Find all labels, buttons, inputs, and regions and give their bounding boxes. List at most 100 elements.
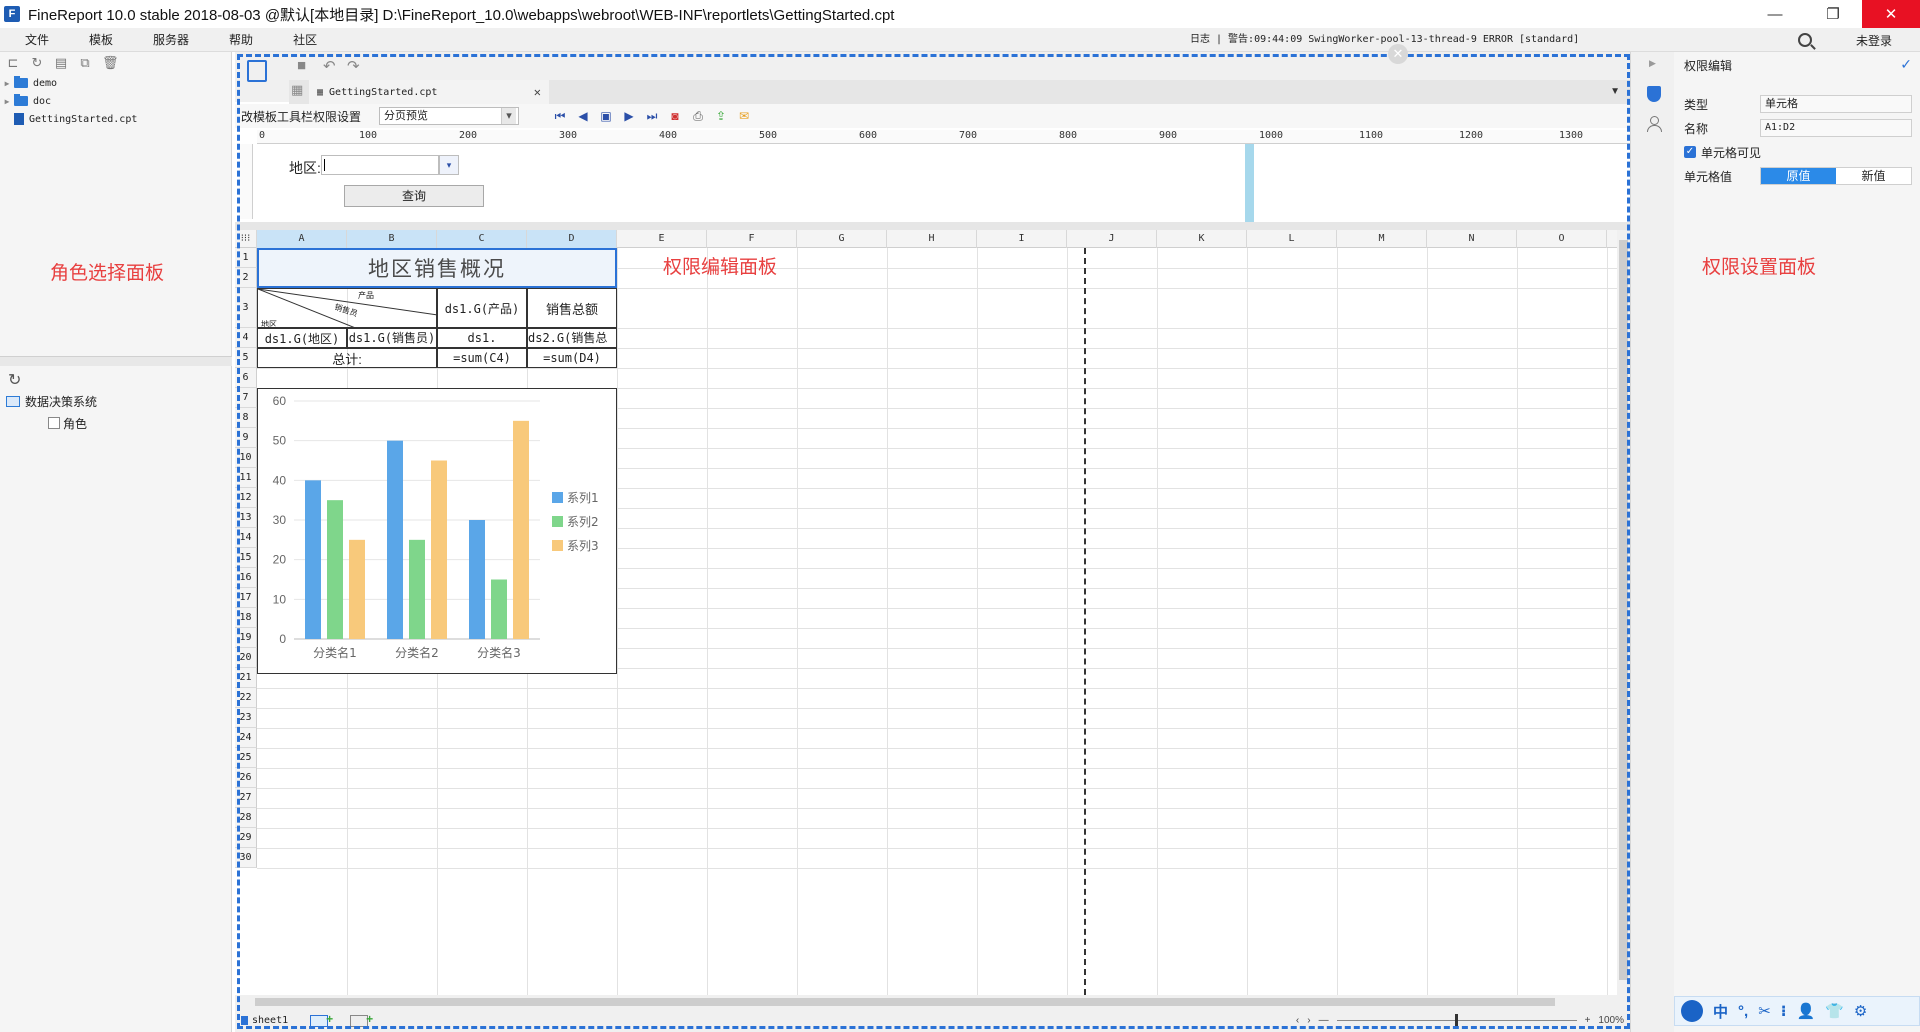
copy-icon[interactable]: ⧉ (78, 56, 92, 70)
row-header[interactable]: 17 (235, 588, 257, 608)
cell-grid[interactable]: 地区销售概况 产品 销售员 地区 ds1.G(产品) 销售总额 ds1.G(地区… (257, 248, 1617, 995)
row-header[interactable]: 23 (235, 708, 257, 728)
preview-mode-select[interactable]: 分页预览 (379, 107, 519, 125)
zoom-level[interactable]: 100% (1598, 1015, 1624, 1026)
row-header[interactable]: 25 (235, 748, 257, 768)
menu-template[interactable]: 模板 (64, 31, 128, 48)
menu-file[interactable]: 文件 (0, 31, 64, 48)
row-header[interactable]: 26 (235, 768, 257, 788)
cell-a5[interactable]: 总计: (257, 348, 437, 368)
ime-avatar-icon[interactable] (1681, 1000, 1703, 1022)
row-header[interactable]: 5 (235, 348, 257, 368)
save-icon[interactable]: ■ (297, 57, 306, 74)
column-header[interactable]: L (1247, 230, 1337, 248)
row-header[interactable]: 10 (235, 448, 257, 468)
row-header[interactable]: 7 (235, 388, 257, 408)
sheet-tab-sheet1[interactable]: sheet1 (241, 1015, 288, 1026)
ime-chinese-mode[interactable]: 中 (1713, 1001, 1728, 1022)
row-header[interactable]: 27 (235, 788, 257, 808)
cell-d4[interactable]: ds2.G(销售总额) (527, 328, 617, 348)
pane-separator[interactable] (235, 222, 1630, 230)
column-header[interactable]: K (1157, 230, 1247, 248)
refresh-icon[interactable]: ↻ (30, 56, 44, 70)
ime-grid-icon[interactable]: ⁝ (1781, 1002, 1787, 1020)
login-link[interactable]: 未登录 (1856, 32, 1892, 49)
vertical-scrollbar[interactable] (1617, 230, 1630, 995)
datasource-item[interactable]: 数据决策系统 (0, 390, 232, 412)
tree-item-demo[interactable]: ▶ demo (0, 74, 231, 92)
original-value-option[interactable]: 原值 (1761, 168, 1836, 184)
next-page-icon[interactable]: ▶ (622, 109, 636, 123)
permission-shield-icon[interactable] (1647, 86, 1661, 102)
row-header[interactable]: 19 (235, 628, 257, 648)
diagonal-header-cell[interactable]: 产品 销售员 地区 (257, 288, 437, 328)
row-header[interactable]: 11 (235, 468, 257, 488)
param-boundary-marker[interactable] (1245, 144, 1254, 222)
close-permission-mode-icon[interactable]: ✕ (1388, 44, 1408, 64)
cell-c4[interactable]: ds1. (437, 328, 527, 348)
cell-d3[interactable]: 销售总额 (527, 288, 617, 328)
column-header[interactable]: A (257, 230, 347, 248)
role-checkbox[interactable] (48, 417, 60, 429)
column-header[interactable]: B (347, 230, 437, 248)
column-header[interactable]: G (797, 230, 887, 248)
dropdown-icon[interactable]: ▾ (439, 155, 459, 175)
design-mode-icon[interactable] (247, 60, 267, 82)
redo-icon[interactable]: ↷ (347, 57, 360, 75)
open-folder-icon[interactable]: ⊏ (6, 56, 20, 70)
row-header[interactable]: 24 (235, 728, 257, 748)
restore-button[interactable]: ❐ (1804, 0, 1862, 28)
tab-gettingstarted[interactable]: ▦ GettingStarted.cpt ✕ (309, 80, 549, 104)
log-status[interactable]: 日志 | 警告:09:44:09 SwingWorker-pool-13-thr… (1190, 28, 1579, 52)
scroll-right-icon[interactable]: › (1307, 1015, 1310, 1026)
report-title-cell[interactable]: 地区销售概况 (257, 248, 617, 288)
new-value-option[interactable]: 新值 (1836, 168, 1911, 184)
query-button[interactable]: 查询 (344, 185, 484, 207)
check-icon[interactable]: ✓ (1900, 56, 1912, 73)
tree-item-doc[interactable]: ▶ doc (0, 92, 231, 110)
email-icon[interactable]: ✉ (737, 109, 751, 123)
menu-help[interactable]: 帮助 (204, 31, 268, 48)
add-dashboard-sheet-icon[interactable] (350, 1012, 373, 1027)
page-number-icon[interactable]: ▣ (599, 109, 613, 123)
row-header[interactable]: 1 (235, 248, 257, 268)
menu-community[interactable]: 社区 (268, 31, 332, 48)
expand-arrow-icon[interactable]: ▶ (0, 97, 14, 106)
cell-visible-row[interactable]: ✓ 单元格可见 (1674, 140, 1920, 164)
ime-user-icon[interactable]: 👤 (1796, 1002, 1815, 1020)
column-header[interactable]: C (437, 230, 527, 248)
column-header[interactable]: O (1517, 230, 1607, 248)
zoom-in-button[interactable]: + (1585, 1015, 1591, 1026)
undo-icon[interactable]: ↶ (323, 57, 336, 75)
ime-scissors-icon[interactable]: ✂ (1758, 1002, 1771, 1020)
cell-a4[interactable]: ds1.G(地区) (257, 328, 347, 348)
close-button[interactable]: ✕ (1862, 0, 1920, 28)
refresh-icon[interactable]: ↻ (8, 370, 232, 390)
bar-chart[interactable]: 0 10 20 30 40 50 60 分类名1 分类名2 分类名3 系列1 系列2 系列3 (257, 388, 617, 674)
row-header[interactable]: 4 (235, 328, 257, 348)
row-header[interactable]: 22 (235, 688, 257, 708)
search-icon[interactable] (1797, 33, 1812, 47)
rename-icon[interactable]: ▤ (54, 56, 68, 70)
row-header[interactable]: 8 (235, 408, 257, 428)
cell-b4[interactable]: ds1.G(销售员) (347, 328, 437, 348)
cell-visible-checkbox[interactable]: ✓ (1684, 146, 1696, 158)
row-header[interactable]: 2 (235, 268, 257, 288)
row-header[interactable]: 15 (235, 548, 257, 568)
ime-punctuation-icon[interactable]: °, (1738, 1003, 1748, 1020)
column-header[interactable]: J (1067, 230, 1157, 248)
cell-c5[interactable]: =sum(C4) (437, 348, 527, 368)
row-header[interactable]: 28 (235, 808, 257, 828)
cell-d5[interactable]: =sum(D4) (527, 348, 617, 368)
menu-server[interactable]: 服务器 (128, 31, 204, 48)
row-header[interactable]: 30 (235, 848, 257, 868)
ime-settings-icon[interactable]: ⚙ (1854, 1002, 1867, 1020)
grid-icon[interactable]: ▦ (291, 82, 303, 98)
add-report-sheet-icon[interactable] (310, 1012, 333, 1027)
row-header[interactable]: 21 (235, 668, 257, 688)
panel-splitter[interactable] (0, 356, 232, 366)
prev-page-icon[interactable]: ◀ (576, 109, 590, 123)
minimize-button[interactable]: — (1746, 0, 1804, 28)
role-item[interactable]: 角色 (0, 412, 232, 434)
column-header[interactable]: N (1427, 230, 1517, 248)
